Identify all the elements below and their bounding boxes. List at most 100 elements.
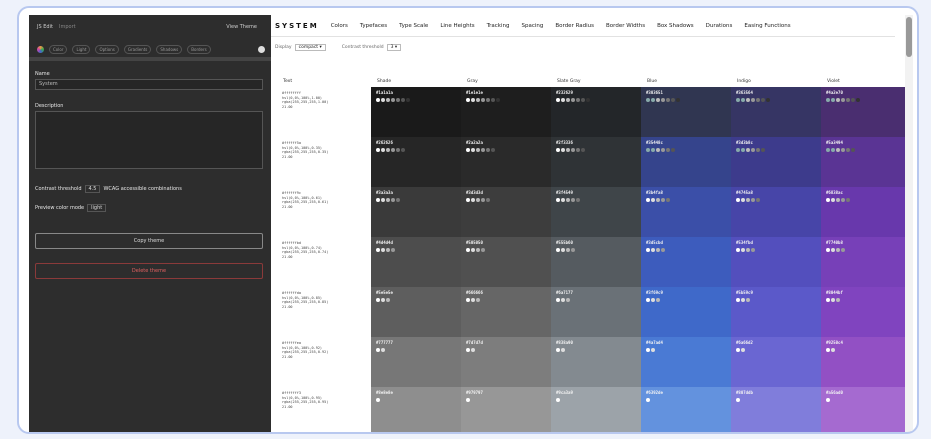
- contrast-select[interactable]: 4.5: [84, 185, 101, 193]
- gear-icon[interactable]: [258, 45, 265, 53]
- color-swatch-cell[interactable]: #7d7d7d: [461, 337, 551, 387]
- color-swatch-cell[interactable]: #6a66d2: [731, 337, 821, 387]
- contrast-dot: [556, 347, 560, 352]
- contrast-dot: [761, 147, 765, 152]
- cell-line: #303651: [646, 90, 663, 95]
- nav-border-widths[interactable]: Border Widths: [606, 23, 645, 29]
- nav-tracking[interactable]: Tracking: [487, 23, 510, 29]
- color-swatch-cell[interactable]: #6a7177: [551, 287, 641, 337]
- nav-durations[interactable]: Durations: [706, 23, 733, 29]
- tool-chip[interactable]: Light: [72, 44, 91, 54]
- color-swatch-cell[interactable]: #4745a8: [731, 187, 821, 237]
- cell-line: #9ca3a9: [556, 390, 573, 395]
- color-swatch-cell[interactable]: #5e5e5e: [371, 287, 461, 337]
- nav-line-heights[interactable]: Line Heights: [440, 23, 474, 29]
- color-swatch-cell[interactable]: #a56ad0: [821, 387, 911, 432]
- color-swatch-cell[interactable]: #6838ac: [821, 187, 911, 237]
- color-swatch-cell[interactable]: #8044bf: [821, 287, 911, 337]
- contrast-dot: [651, 97, 655, 102]
- nav-spacing[interactable]: Spacing: [522, 23, 544, 29]
- color-swatch-cell[interactable]: #9250c4: [821, 337, 911, 387]
- color-swatch-cell[interactable]: #4d4d4d: [371, 237, 461, 287]
- scroll-thumb[interactable]: [273, 433, 883, 434]
- color-swatch-cell[interactable]: #838a90: [551, 337, 641, 387]
- cell-line: #838a90: [556, 340, 573, 345]
- color-swatch-cell[interactable]: #666666: [461, 287, 551, 337]
- color-swatch-cell[interactable]: #5a3494: [821, 137, 911, 187]
- color-swatch-cell[interactable]: #3a3a3a: [371, 187, 461, 237]
- color-swatch-cell[interactable]: #3b4fa8: [641, 187, 731, 237]
- nav-colors[interactable]: Colors: [331, 23, 348, 29]
- contrast-dots: [466, 297, 546, 304]
- color-swatch-cell[interactable]: #232629: [551, 87, 641, 137]
- color-swatch-cell[interactable]: #3d3b8c: [731, 137, 821, 187]
- color-swatch-cell[interactable]: #534fbd: [731, 237, 821, 287]
- edit-label[interactable]: JS Edit: [37, 24, 53, 30]
- sidebar-header: JS Edit Import View Theme: [29, 24, 271, 34]
- color-swatch-cell[interactable]: #363564: [731, 87, 821, 137]
- color-swatch-cell[interactable]: #5b59c9: [731, 287, 821, 337]
- horizontal-scrollbar[interactable]: [271, 432, 905, 434]
- contrast-dot: [476, 197, 480, 202]
- color-wheel-icon[interactable]: [37, 45, 44, 53]
- color-swatch-cell[interactable]: #8e8e8e: [371, 387, 461, 432]
- contrast-dots: [826, 347, 906, 354]
- color-swatch-cell[interactable]: #2a2a2a: [461, 137, 551, 187]
- color-swatch-cell[interactable]: #807ddb: [731, 387, 821, 432]
- color-swatch-cell[interactable]: #4a2e70: [821, 87, 911, 137]
- color-swatch-cell[interactable]: #505050: [461, 237, 551, 287]
- color-swatch-cell[interactable]: #303651: [641, 87, 731, 137]
- col-header: Violet: [827, 78, 840, 84]
- color-swatch-cell[interactable]: #262626: [371, 137, 461, 187]
- sidebar-scrollbar[interactable]: [29, 57, 271, 61]
- color-swatch-cell[interactable]: #4a7ad4: [641, 337, 731, 387]
- color-swatch-cell[interactable]: #6392de: [641, 387, 731, 432]
- description-textarea[interactable]: [35, 111, 263, 169]
- color-swatch-cell[interactable]: #7740b8: [821, 237, 911, 287]
- contrast-threshold-select[interactable]: 3 ▾: [386, 43, 402, 51]
- contrast-dot: [466, 247, 470, 252]
- preview-mode-select[interactable]: light: [87, 204, 107, 212]
- import-label[interactable]: Import: [59, 24, 76, 30]
- nav-typefaces[interactable]: Typefaces: [360, 23, 387, 29]
- contrast-dot: [566, 247, 570, 252]
- color-swatch-cell[interactable]: #35448c: [641, 137, 731, 187]
- nav-easing-functions[interactable]: Easing Functions: [744, 23, 790, 29]
- color-swatch-cell[interactable]: #1a1a1a: [371, 87, 461, 137]
- contrast-dot: [831, 97, 835, 102]
- contrast-dot: [381, 147, 385, 152]
- view-theme-link[interactable]: View Theme: [226, 24, 257, 30]
- color-swatch-cell[interactable]: #9ca3a9: [551, 387, 641, 432]
- contrast-dot: [556, 397, 560, 402]
- contrast-dot: [651, 147, 655, 152]
- tool-chip[interactable]: Borders: [187, 44, 211, 54]
- contrast-dot: [836, 147, 840, 152]
- color-swatch-cell[interactable]: #3f69c9: [641, 287, 731, 337]
- color-swatch-cell[interactable]: #777777: [371, 337, 461, 387]
- color-swatch-cell[interactable]: #1e1e1e: [461, 87, 551, 137]
- name-input[interactable]: System: [35, 79, 263, 90]
- color-swatch-cell[interactable]: #3d3d3d: [461, 187, 551, 237]
- nav-box-shadows[interactable]: Box Shadows: [657, 23, 694, 29]
- tool-chip[interactable]: Shadows: [156, 44, 183, 54]
- display-select[interactable]: compact ▾: [294, 43, 326, 51]
- cell-line: 21.00: [282, 304, 293, 309]
- tool-chip[interactable]: Color: [49, 44, 68, 54]
- contrast-dot: [661, 97, 665, 102]
- nav-type-scale[interactable]: Type Scale: [399, 23, 428, 29]
- contrast-dot: [386, 247, 390, 252]
- contrast-dot: [846, 197, 850, 202]
- delete-theme-button[interactable]: Delete theme: [35, 263, 263, 279]
- color-swatch-cell[interactable]: #3f4549: [551, 187, 641, 237]
- copy-theme-button[interactable]: Copy theme: [35, 233, 263, 249]
- vertical-scrollbar[interactable]: [905, 15, 913, 432]
- color-swatch-cell[interactable]: #979797: [461, 387, 551, 432]
- color-swatch-cell[interactable]: #2f3336: [551, 137, 641, 187]
- nav-border-radius[interactable]: Border Radius: [555, 23, 594, 29]
- scroll-thumb[interactable]: [906, 17, 912, 57]
- color-swatch-cell[interactable]: #3d5cbd: [641, 237, 731, 287]
- tool-chip[interactable]: Options: [95, 44, 119, 54]
- tool-chip[interactable]: Gradients: [123, 44, 152, 54]
- brand-logo[interactable]: SYSTEM: [275, 22, 319, 30]
- color-swatch-cell[interactable]: #555b60: [551, 237, 641, 287]
